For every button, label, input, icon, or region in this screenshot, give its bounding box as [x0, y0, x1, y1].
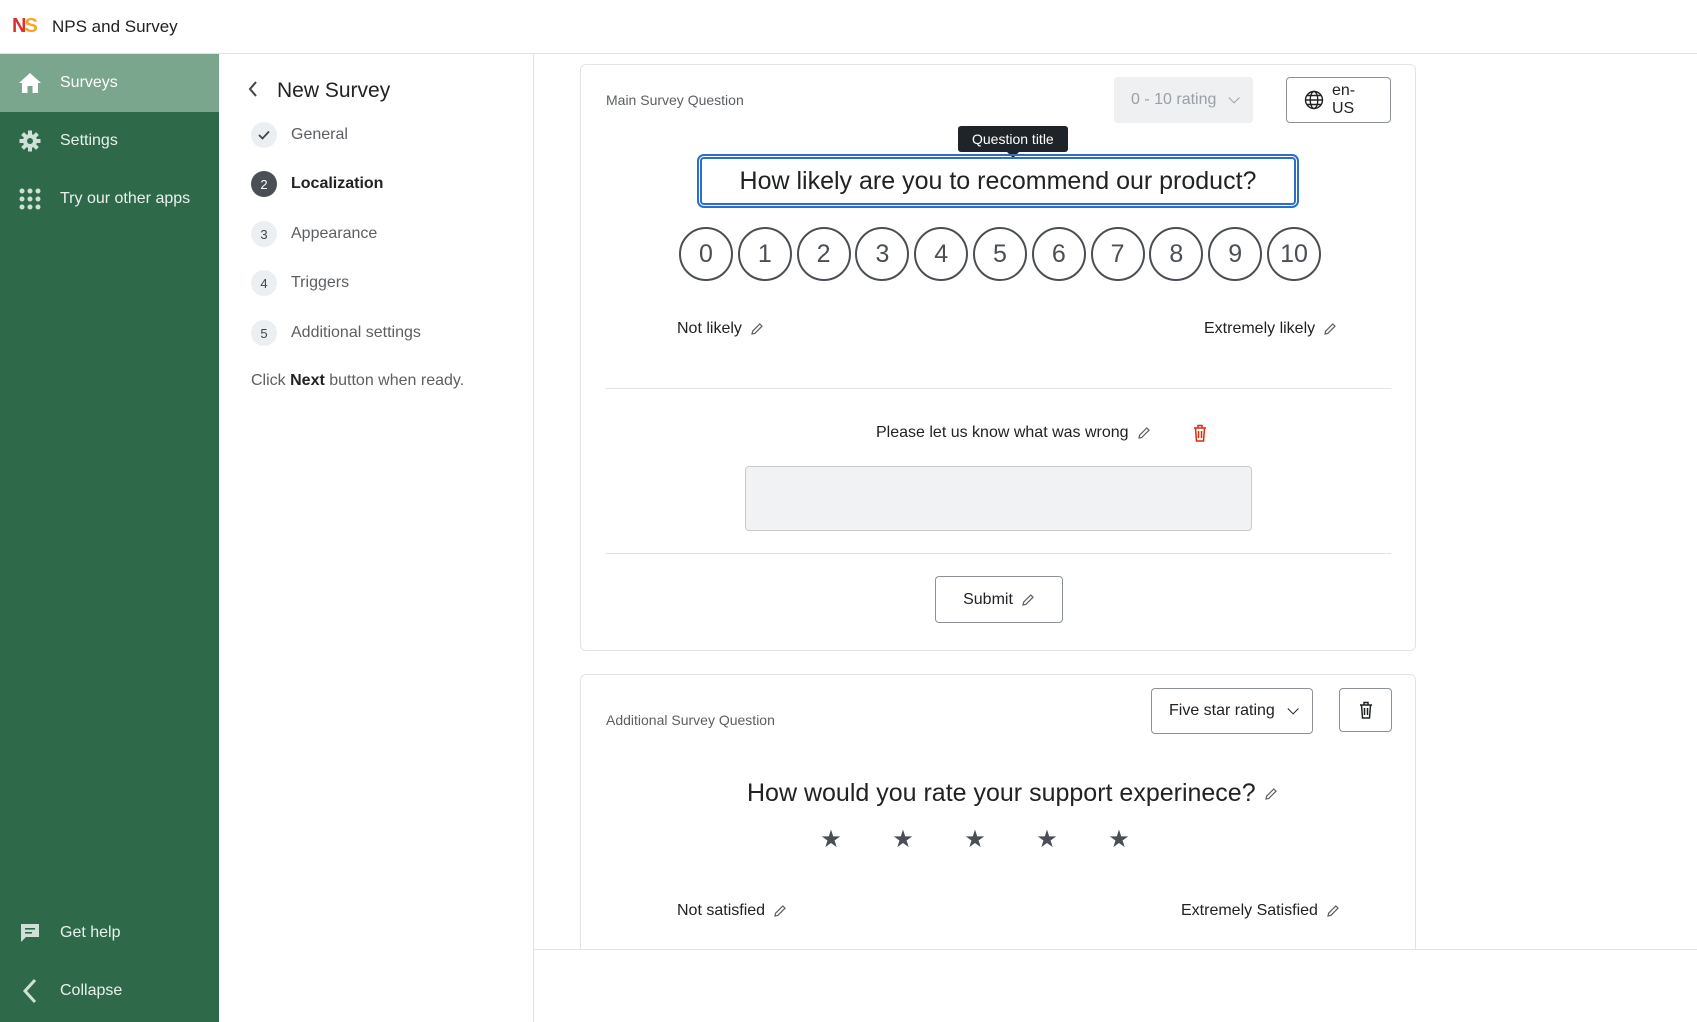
sidebar: Surveys Settings Try our other apps Get …	[0, 54, 219, 1022]
pencil-icon[interactable]	[773, 904, 787, 918]
app-title: NPS and Survey	[52, 16, 178, 36]
rating-option[interactable]: 5	[972, 227, 1027, 281]
trash-icon[interactable]	[1193, 424, 1207, 442]
additional-question-title: How would you rate your support experine…	[747, 779, 1278, 808]
sidebar-item-surveys[interactable]: Surveys	[0, 54, 219, 112]
sidebar-item-other-apps[interactable]: Try our other apps	[0, 170, 219, 228]
rating-option[interactable]: 3	[855, 227, 910, 281]
rating-option[interactable]: 6	[1031, 227, 1086, 281]
step-number: 5	[251, 320, 277, 346]
nps-scale: 0 1 2 3 4 5 6 7 8 9 10	[679, 227, 1326, 281]
step-triggers[interactable]: 4 Triggers	[251, 270, 349, 296]
steps-panel: New Survey General 2 Localization 3 Appe…	[219, 54, 534, 1022]
back-arrow-icon[interactable]	[247, 78, 277, 104]
step-number: 3	[251, 221, 277, 247]
rating-option[interactable]: 0	[679, 227, 733, 281]
step-appearance[interactable]: 3 Appearance	[251, 221, 377, 247]
card-label: Main Survey Question	[606, 92, 744, 108]
sidebar-item-label: Collapse	[60, 982, 123, 999]
pencil-icon[interactable]	[1137, 426, 1151, 440]
chevron-down-icon	[1287, 703, 1299, 715]
pencil-icon[interactable]	[1264, 787, 1278, 801]
globe-icon	[1304, 90, 1324, 110]
locale-button[interactable]: en-US	[1286, 77, 1391, 123]
step-label: Additional settings	[291, 324, 421, 341]
low-label: Not satisfied	[677, 902, 787, 920]
step-general[interactable]: General	[251, 122, 348, 148]
chevron-down-icon	[1228, 92, 1241, 104]
star-rating: ★ ★ ★ ★ ★	[795, 825, 1155, 854]
star-icon[interactable]: ★	[939, 825, 1011, 854]
rating-option[interactable]: 4	[914, 227, 969, 281]
sidebar-item-label: Try our other apps	[60, 190, 191, 207]
app-logo: NS	[12, 15, 38, 37]
sidebar-item-label: Get help	[60, 924, 121, 941]
top-bar: NS NPS and Survey	[0, 0, 1697, 54]
home-icon	[0, 72, 60, 94]
question-title-input[interactable]: How likely are you to recommend our prod…	[697, 154, 1299, 208]
sidebar-item-get-help[interactable]: Get help	[0, 904, 219, 962]
gear-icon	[0, 130, 60, 152]
star-icon[interactable]: ★	[1011, 825, 1083, 854]
main-content: Main Survey Question 0 - 10 rating en-US…	[534, 54, 1697, 950]
step-label: Appearance	[291, 225, 378, 242]
step-number: 2	[251, 171, 277, 197]
step-label: General	[291, 126, 348, 143]
star-icon[interactable]: ★	[795, 825, 867, 854]
step-localization[interactable]: 2 Localization	[251, 171, 383, 197]
step-label: Localization	[291, 175, 384, 192]
rating-option[interactable]: 10	[1266, 227, 1321, 281]
question-type-select[interactable]: Five star rating	[1151, 688, 1313, 734]
sidebar-item-settings[interactable]: Settings	[0, 112, 219, 170]
star-icon[interactable]: ★	[1083, 825, 1155, 854]
question-type-select: 0 - 10 rating	[1114, 77, 1254, 123]
card-label: Additional Survey Question	[606, 712, 775, 728]
rating-option[interactable]: 9	[1208, 227, 1263, 281]
step-additional-settings[interactable]: 5 Additional settings	[251, 320, 421, 346]
followup-prompt: Please let us know what was wrong	[876, 424, 1207, 442]
pencil-icon[interactable]	[1323, 322, 1337, 336]
steps-hint: Click Next button when ready.	[251, 372, 465, 389]
rating-option[interactable]: 2	[796, 227, 851, 281]
footer-bar	[534, 949, 1697, 1022]
divider	[606, 388, 1391, 389]
high-label: Extremely Satisfied	[1181, 902, 1340, 920]
sidebar-collapse-button[interactable]: Collapse	[0, 962, 219, 1020]
pencil-icon[interactable]	[1326, 904, 1340, 918]
star-icon[interactable]: ★	[867, 825, 939, 854]
step-number: 4	[251, 270, 277, 296]
followup-textarea[interactable]	[745, 466, 1252, 531]
divider	[606, 553, 1391, 554]
rating-option[interactable]: 1	[737, 227, 792, 281]
chevron-left-icon	[0, 978, 60, 1004]
pencil-icon[interactable]	[1021, 593, 1035, 607]
pencil-icon[interactable]	[750, 322, 764, 336]
sidebar-item-label: Settings	[60, 132, 118, 149]
step-label: Triggers	[291, 274, 350, 291]
check-icon	[251, 122, 277, 148]
trash-icon	[1359, 701, 1373, 719]
page-title: New Survey	[277, 79, 391, 102]
low-label: Not likely	[677, 320, 764, 338]
apps-grid-icon	[0, 187, 60, 211]
delete-question-button[interactable]	[1339, 688, 1392, 732]
chat-icon	[0, 922, 60, 944]
sidebar-item-label: Surveys	[60, 74, 118, 91]
rating-option[interactable]: 7	[1090, 227, 1145, 281]
high-label: Extremely likely	[1204, 320, 1337, 338]
question-title-tooltip: Question title	[958, 126, 1068, 158]
main-question-card: Main Survey Question 0 - 10 rating en-US…	[580, 64, 1416, 651]
additional-question-card: Additional Survey Question Five star rat…	[580, 674, 1416, 950]
steps-header: New Survey	[247, 78, 390, 104]
rating-option[interactable]: 8	[1149, 227, 1204, 281]
submit-button[interactable]: Submit	[935, 576, 1063, 623]
